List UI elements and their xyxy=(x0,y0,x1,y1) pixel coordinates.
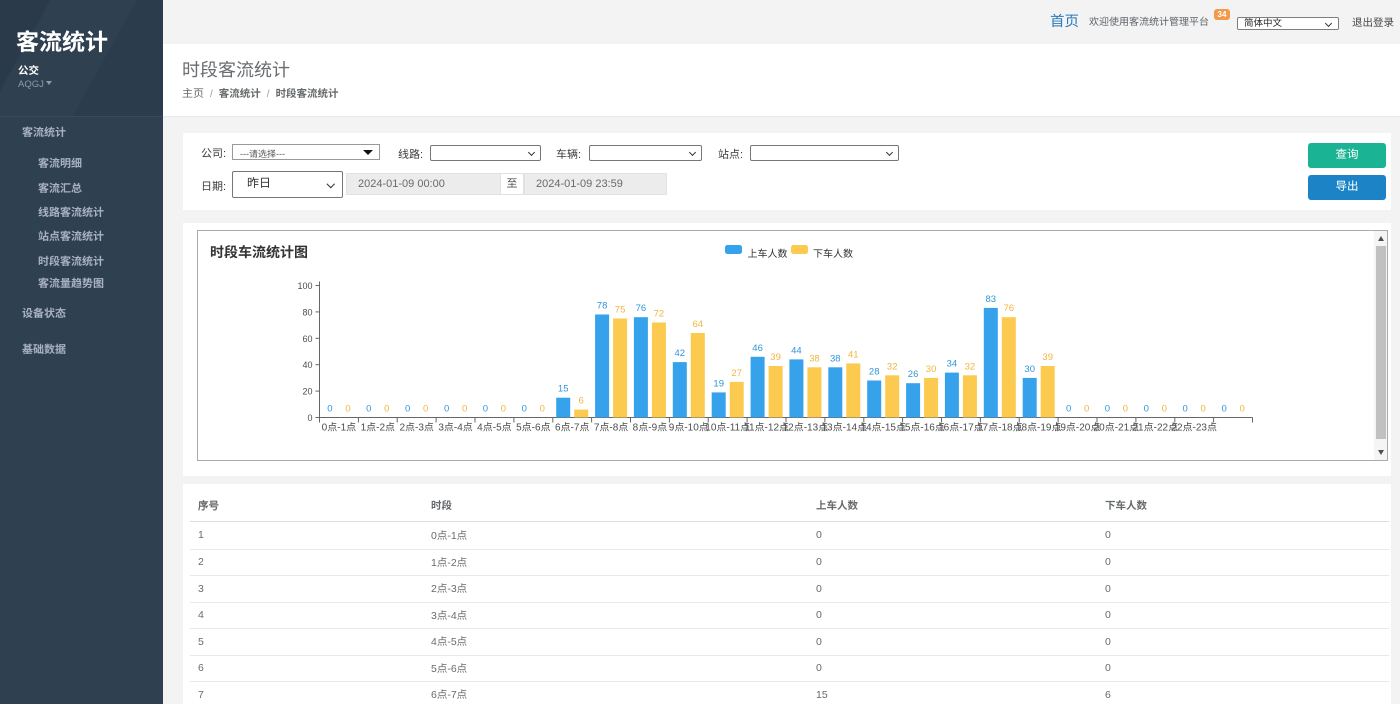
svg-text:42: 42 xyxy=(675,348,686,359)
svg-text:40: 40 xyxy=(302,360,312,370)
svg-text:0: 0 xyxy=(1066,404,1071,415)
svg-text:83: 83 xyxy=(986,294,997,305)
svg-text:80: 80 xyxy=(302,307,312,317)
svg-text:9点-10点: 9点-10点 xyxy=(669,422,709,434)
svg-text:2点-3点: 2点-3点 xyxy=(399,422,433,434)
svg-text:6: 6 xyxy=(579,396,584,407)
svg-text:32: 32 xyxy=(887,361,898,372)
svg-text:0: 0 xyxy=(366,404,371,415)
svg-text:7点-8点: 7点-8点 xyxy=(594,422,628,434)
svg-text:5点-6点: 5点-6点 xyxy=(516,422,550,434)
svg-text:0: 0 xyxy=(384,404,389,415)
svg-text:0: 0 xyxy=(1084,404,1089,415)
svg-text:0: 0 xyxy=(501,404,506,415)
svg-text:6点-7点: 6点-7点 xyxy=(555,422,589,434)
svg-text:0: 0 xyxy=(1183,404,1188,415)
svg-text:78: 78 xyxy=(597,301,608,312)
svg-text:60: 60 xyxy=(302,334,312,344)
svg-text:0: 0 xyxy=(462,404,467,415)
svg-text:0: 0 xyxy=(444,404,449,415)
svg-text:100: 100 xyxy=(297,281,312,291)
svg-text:0: 0 xyxy=(483,404,488,415)
svg-text:27: 27 xyxy=(731,368,742,379)
svg-text:30: 30 xyxy=(926,364,937,375)
svg-text:64: 64 xyxy=(693,319,704,330)
svg-text:0: 0 xyxy=(1144,404,1149,415)
svg-text:39: 39 xyxy=(1042,352,1053,363)
svg-text:30: 30 xyxy=(1024,364,1035,375)
svg-text:19: 19 xyxy=(713,378,724,389)
svg-text:0: 0 xyxy=(522,404,527,415)
svg-text:15: 15 xyxy=(558,384,569,395)
svg-text:0: 0 xyxy=(1162,404,1167,415)
svg-text:26: 26 xyxy=(908,369,919,380)
svg-text:38: 38 xyxy=(809,353,820,364)
svg-text:8点-9点: 8点-9点 xyxy=(633,422,667,434)
svg-text:0: 0 xyxy=(1239,404,1244,415)
svg-text:3点-4点: 3点-4点 xyxy=(438,422,472,434)
svg-text:0: 0 xyxy=(307,413,312,423)
svg-text:39: 39 xyxy=(770,352,781,363)
svg-text:0: 0 xyxy=(423,404,428,415)
svg-text:72: 72 xyxy=(654,309,665,320)
svg-text:22点-23点: 22点-23点 xyxy=(1171,422,1217,434)
svg-text:46: 46 xyxy=(752,343,763,354)
svg-text:32: 32 xyxy=(965,361,976,372)
svg-text:76: 76 xyxy=(1004,303,1015,314)
svg-text:0: 0 xyxy=(1221,404,1226,415)
svg-text:28: 28 xyxy=(869,367,880,378)
svg-text:0: 0 xyxy=(1105,404,1110,415)
svg-text:0点-1点: 0点-1点 xyxy=(322,422,356,434)
svg-text:0: 0 xyxy=(345,404,350,415)
svg-text:41: 41 xyxy=(848,349,859,360)
svg-text:0: 0 xyxy=(405,404,410,415)
svg-text:75: 75 xyxy=(615,305,626,316)
svg-text:0: 0 xyxy=(1201,404,1206,415)
svg-text:38: 38 xyxy=(830,353,841,364)
svg-text:34: 34 xyxy=(947,359,958,370)
svg-text:0: 0 xyxy=(327,404,332,415)
svg-text:20: 20 xyxy=(302,387,312,397)
svg-text:1点-2点: 1点-2点 xyxy=(361,422,395,434)
svg-text:44: 44 xyxy=(791,345,802,356)
svg-text:0: 0 xyxy=(540,404,545,415)
svg-text:4点-5点: 4点-5点 xyxy=(477,422,511,434)
svg-text:76: 76 xyxy=(636,303,647,314)
svg-text:0: 0 xyxy=(1123,404,1128,415)
